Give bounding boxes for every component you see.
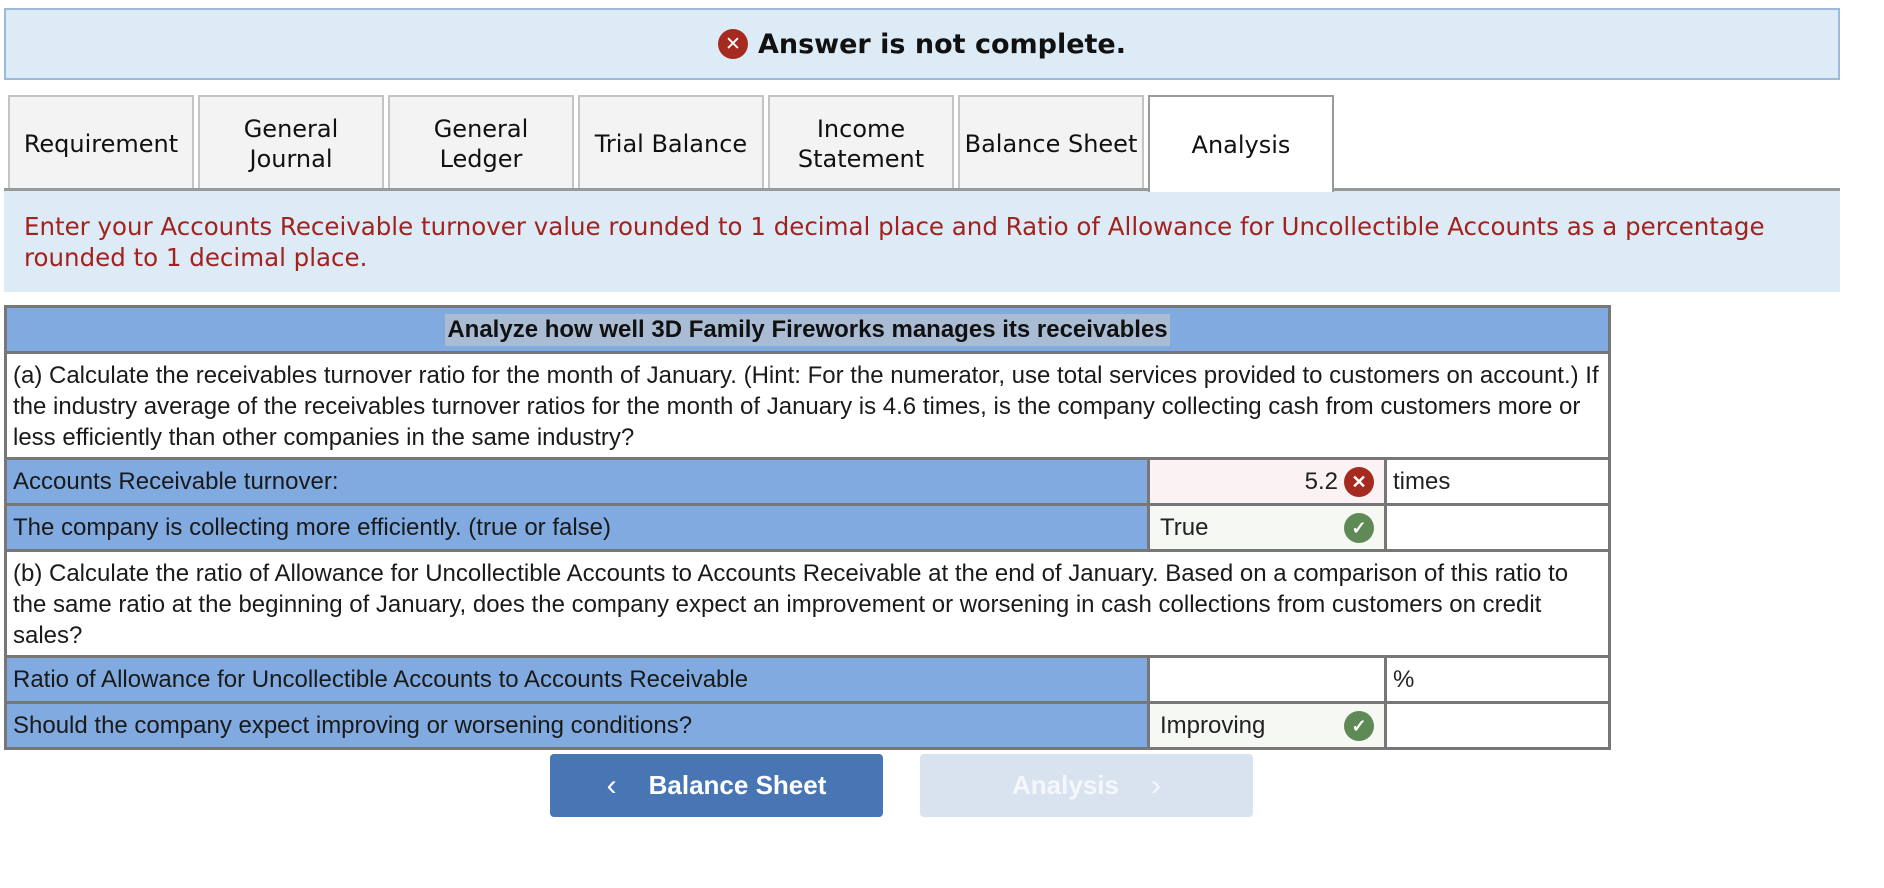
allowance-ratio-input[interactable] [1150, 658, 1387, 701]
row-label: Accounts Receivable turnover: [7, 460, 1150, 503]
status-banner: ✕ Answer is not complete. [4, 8, 1840, 80]
tab-analysis[interactable]: Analysis [1148, 95, 1334, 192]
question-b: (b) Calculate the ratio of Allowance for… [7, 552, 1608, 658]
tab-divider [4, 188, 1840, 191]
next-analysis-button: Analysis › [920, 754, 1253, 817]
correct-icon: ✓ [1344, 710, 1374, 741]
tab-label: Analysis [1191, 130, 1291, 159]
table-row-conditions: Should the company expect improving or w… [7, 704, 1608, 750]
tab-trial-balance[interactable]: Trial Balance [578, 95, 764, 190]
table-row-ar-turnover: Accounts Receivable turnover: 5.2 ✕ time… [7, 460, 1608, 506]
tab-label: Trial Balance [594, 129, 748, 158]
tab-label: Requirement [23, 129, 179, 158]
tab-balance-sheet[interactable]: Balance Sheet [958, 95, 1144, 190]
ar-turnover-input[interactable]: 5.2 ✕ [1150, 460, 1387, 503]
conditions-select[interactable]: Improving ✓ [1150, 704, 1387, 747]
input-value: Improving [1160, 711, 1266, 739]
question-a: (a) Calculate the receivables turnover r… [7, 354, 1608, 460]
x-circle-icon: ✕ [717, 29, 748, 59]
correct-icon: ✓ [1344, 512, 1374, 543]
tab-label: General Journal [243, 114, 339, 173]
tab-label: Balance Sheet [964, 129, 1138, 158]
tab-income-statement[interactable]: Income Statement [768, 95, 954, 190]
unit-label: % [1387, 658, 1608, 701]
row-label: Should the company expect improving or w… [7, 704, 1150, 747]
input-value: True [1160, 513, 1209, 541]
chevron-right-icon: › [1150, 768, 1161, 802]
row-label: Ratio of Allowance for Uncollectible Acc… [7, 658, 1150, 701]
table-row-efficiency: The company is collecting more efficient… [7, 506, 1608, 552]
unit-label [1387, 506, 1608, 549]
next-button-label: Analysis [1012, 770, 1119, 800]
row-label: The company is collecting more efficient… [7, 506, 1150, 549]
table-row-allowance-ratio: Ratio of Allowance for Uncollectible Acc… [7, 658, 1608, 704]
unit-label: times [1387, 460, 1608, 503]
prev-balance-sheet-button[interactable]: ‹ Balance Sheet [550, 754, 883, 817]
tab-bar: Requirement General Journal General Ledger… [8, 95, 1338, 192]
table-title-row: Analyze how well 3D Family Fireworks man… [7, 308, 1608, 354]
efficiency-select[interactable]: True ✓ [1150, 506, 1387, 549]
instructions-panel: Enter your Accounts Receivable turnover … [4, 191, 1840, 292]
unit-label [1387, 704, 1608, 747]
input-value: 5.2 [1304, 467, 1338, 495]
incorrect-icon: ✕ [1344, 466, 1374, 497]
table-title: Analyze how well 3D Family Fireworks man… [445, 313, 1170, 346]
tab-requirement[interactable]: Requirement [8, 95, 194, 190]
tab-general-journal[interactable]: General Journal [198, 95, 384, 190]
tab-label: General Ledger [433, 114, 529, 173]
tab-general-ledger[interactable]: General Ledger [388, 95, 574, 190]
tab-label: Income Statement [797, 114, 925, 173]
prev-button-label: Balance Sheet [648, 770, 827, 800]
chevron-left-icon: ‹ [606, 768, 617, 802]
status-text: Answer is not complete. [757, 28, 1127, 60]
analysis-table: Analyze how well 3D Family Fireworks man… [4, 305, 1611, 750]
